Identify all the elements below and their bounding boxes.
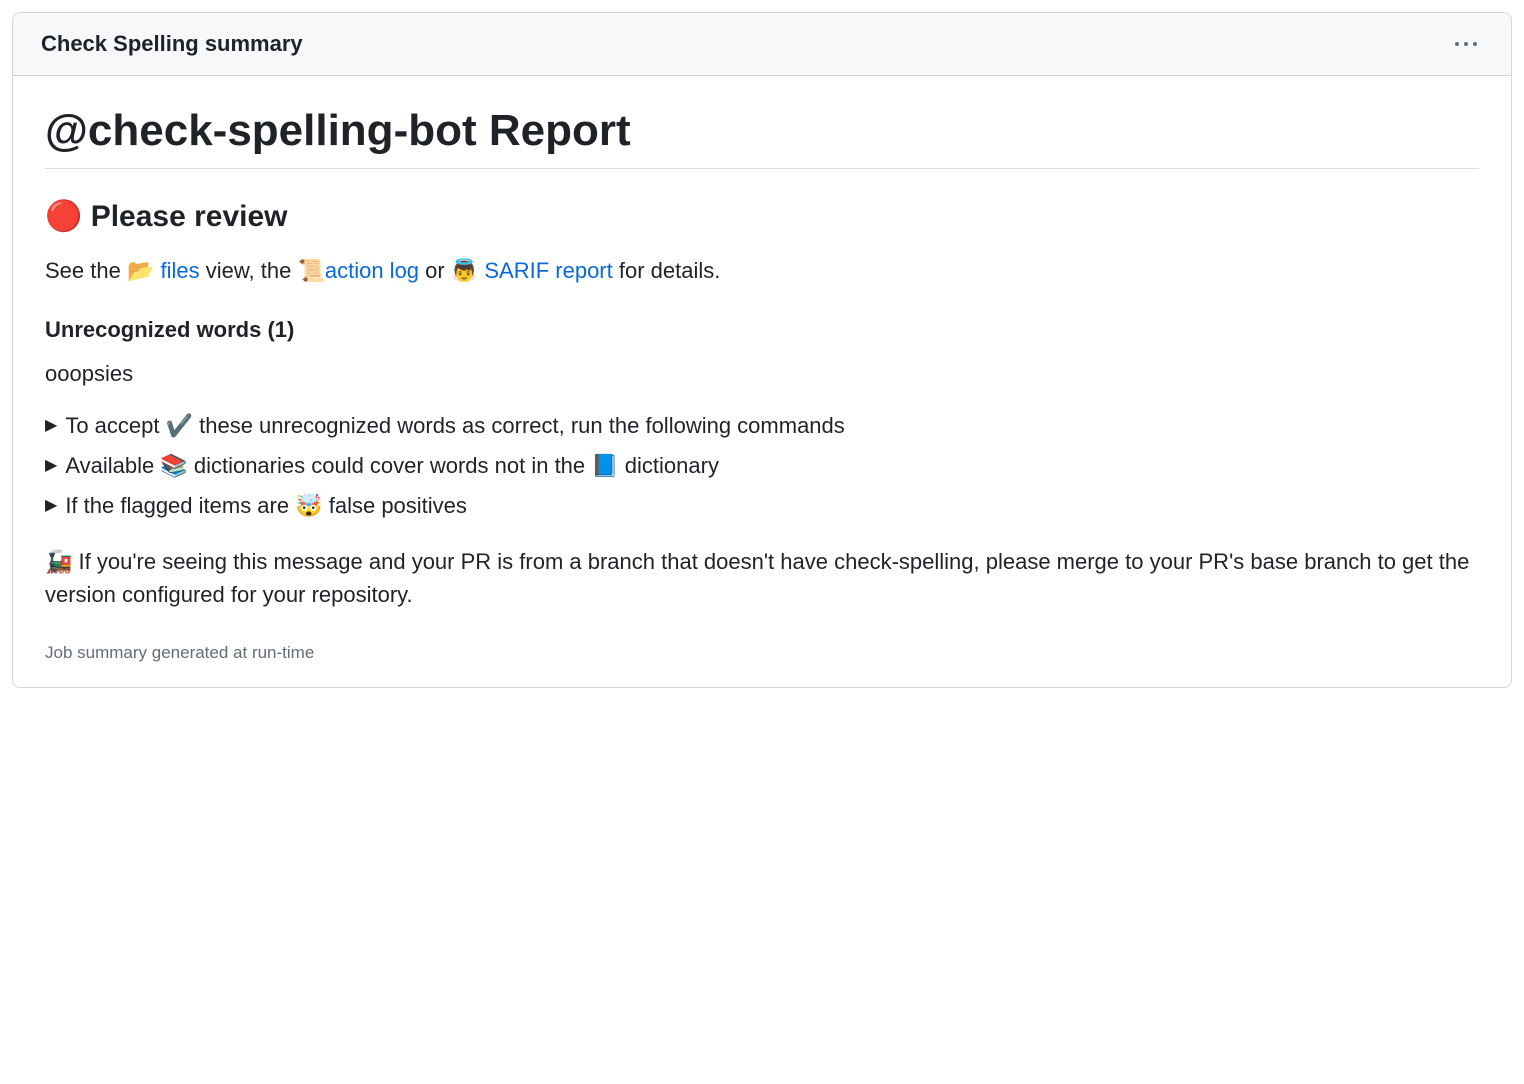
files-link[interactable]: files xyxy=(160,258,199,283)
unrecognized-words-heading: Unrecognized words (1) xyxy=(45,317,1479,343)
angel-icon: 👼 xyxy=(451,258,478,283)
folder-icon: 📂 xyxy=(127,258,154,283)
action-log-link[interactable]: action log xyxy=(325,258,419,283)
panel-body: @check-spelling-bot Report 🔴 Please revi… xyxy=(13,76,1511,687)
panel-header: Check Spelling summary xyxy=(13,13,1511,76)
generated-footer: Job summary generated at run-time xyxy=(45,643,1479,663)
panel-title: Check Spelling summary xyxy=(41,31,303,57)
unrecognized-word: ooopsies xyxy=(45,361,1479,387)
scroll-icon: 📜 xyxy=(297,258,324,283)
books-icon: 📚 xyxy=(160,453,187,478)
blue-book-icon: 📘 xyxy=(591,453,618,478)
disclosure-triangle-icon: ▶ xyxy=(45,458,57,474)
merge-note: 🚂 If you're seeing this message and your… xyxy=(45,545,1479,611)
more-menu-icon[interactable] xyxy=(1449,36,1483,52)
train-icon: 🚂 xyxy=(45,549,72,574)
disclosure-triangle-icon: ▶ xyxy=(45,498,57,514)
report-title: @check-spelling-bot Report xyxy=(45,106,1479,169)
exploding-head-icon: 🤯 xyxy=(295,493,322,518)
accept-words-details[interactable]: ▶ To accept ✔️ these unrecognized words … xyxy=(45,413,1479,439)
red-circle-icon: 🔴 xyxy=(45,200,82,233)
summary-panel: Check Spelling summary @check-spelling-b… xyxy=(12,12,1512,688)
see-details-line: See the 📂 files view, the 📜action log or… xyxy=(45,254,1479,287)
checkmark-icon: ✔️ xyxy=(166,413,193,438)
disclosure-triangle-icon: ▶ xyxy=(45,418,57,434)
available-dictionaries-details[interactable]: ▶ Available 📚 dictionaries could cover w… xyxy=(45,453,1479,479)
false-positives-details[interactable]: ▶ If the flagged items are 🤯 false posit… xyxy=(45,493,1479,519)
review-heading: 🔴 Please review xyxy=(45,199,1479,234)
review-heading-text: Please review xyxy=(91,200,288,233)
sarif-report-link[interactable]: SARIF report xyxy=(484,258,612,283)
